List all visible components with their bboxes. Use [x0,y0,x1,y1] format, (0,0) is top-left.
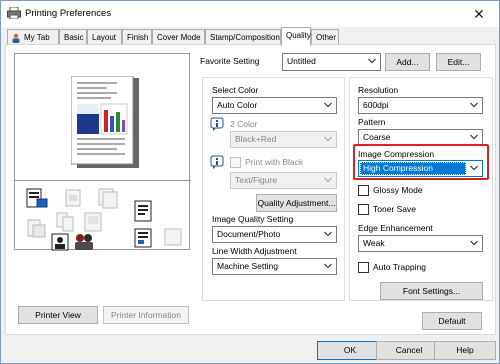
output-settings-group: Resolution 600dpi Pattern Coarse Image C… [349,77,493,301]
edit-favorite-button[interactable]: Edit... [436,53,481,71]
close-button[interactable]: ✕ [467,5,491,23]
image-compression-select[interactable]: High Compression [358,160,483,177]
favorite-setting-select[interactable]: Untitled [282,53,381,71]
tab-basic[interactable]: Basic [59,29,87,45]
default-button[interactable]: Default [422,312,482,330]
user-auth-icon [51,233,69,251]
info-icon [210,155,224,169]
glossy-mode-checkbox[interactable] [358,185,369,196]
printer-icon [7,7,21,19]
tab-finish[interactable]: Finish [122,29,152,45]
tab-other[interactable]: Other [311,29,339,45]
add-favorite-button[interactable]: Add... [385,53,430,71]
select-color-select[interactable]: Auto Color [212,97,337,114]
printer-information-button: Printer Information [103,306,189,324]
line-width-adjustment-select[interactable]: Machine Setting [212,258,337,275]
finisher-icon [27,219,46,238]
quality-tab-panel: Printer View Printer Information Favorit… [5,44,496,335]
window-title: Printing Preferences [25,8,112,19]
document-preview-image [71,76,139,168]
tab-layout[interactable]: Layout [87,29,122,45]
preview-pane [14,53,191,251]
chevron-down-icon [470,165,478,171]
chevron-down-icon [470,102,478,108]
chevron-down-icon [470,134,478,140]
help-button[interactable]: Help [434,341,496,360]
toner-save-checkbox[interactable] [358,204,369,215]
resolution-label: Resolution [358,85,399,95]
tab-cover-mode[interactable]: Cover Mode [152,29,205,45]
favorite-setting-label: Favorite Setting [200,56,260,66]
chevron-down-icon [324,263,332,269]
cancel-button[interactable]: Cancel [376,341,442,360]
paper-tray-icon [134,200,152,222]
document-icon [134,228,152,248]
print-with-black-label: Print with Black [245,157,304,167]
glossy-mode-label: Glossy Mode [373,185,423,195]
punch-icon [98,188,118,209]
image-quality-setting-label: Image Quality Setting [212,214,294,224]
chevron-down-icon [368,58,376,64]
edge-enhancement-label: Edge Enhancement [358,223,433,233]
printer-view-button[interactable]: Printer View [18,306,98,324]
toner-save-label: Toner Save [373,204,416,214]
chevron-down-icon [324,177,332,183]
select-color-label: Select Color [212,85,259,95]
user-icon [12,33,20,43]
tab-stamp-composition[interactable]: Stamp/Composition [205,29,281,45]
info-icon [210,117,224,131]
tab-my-tab[interactable]: My Tab [7,29,59,45]
pattern-label: Pattern [358,117,386,127]
auto-trapping-checkbox[interactable] [358,262,369,273]
staple-icon [65,189,81,207]
ok-button[interactable]: OK [317,341,383,360]
chevron-down-icon [324,231,332,237]
two-color-label: 2 Color [230,119,258,129]
title-bar: Printing Preferences ✕ [1,1,499,27]
large-capacity-icon [164,228,182,246]
quality-adjustment-button[interactable]: Quality Adjustment... [256,194,337,212]
print-with-black-checkbox [230,157,241,168]
text-figure-select: Text/Figure [230,172,337,189]
fold-icon [84,212,102,232]
image-compression-label: Image Compression [358,149,435,159]
printing-preferences-window: Printing Preferences ✕ My Tab Basic Layo… [0,0,500,364]
two-color-select: Black+Red [230,131,337,148]
device-icons-area [15,180,191,251]
account-track-icon [75,234,93,250]
resolution-select[interactable]: 600dpi [358,97,483,114]
chevron-down-icon [324,102,332,108]
booklet-icon [56,212,74,232]
output-tray-icon [26,188,48,208]
chevron-down-icon [470,240,478,246]
line-width-adjustment-label: Line Width Adjustment [212,246,297,256]
tab-quality[interactable]: Quality [281,27,311,46]
close-icon: ✕ [473,6,485,22]
edge-enhancement-select[interactable]: Weak [358,235,483,252]
font-settings-button[interactable]: Font Settings... [380,282,483,300]
chevron-down-icon [324,136,332,142]
image-quality-setting-select[interactable]: Document/Photo [212,226,337,243]
color-settings-group: Select Color Auto Color 2 Color Black+Re… [202,77,345,301]
auto-trapping-label: Auto Trapping [373,262,426,272]
